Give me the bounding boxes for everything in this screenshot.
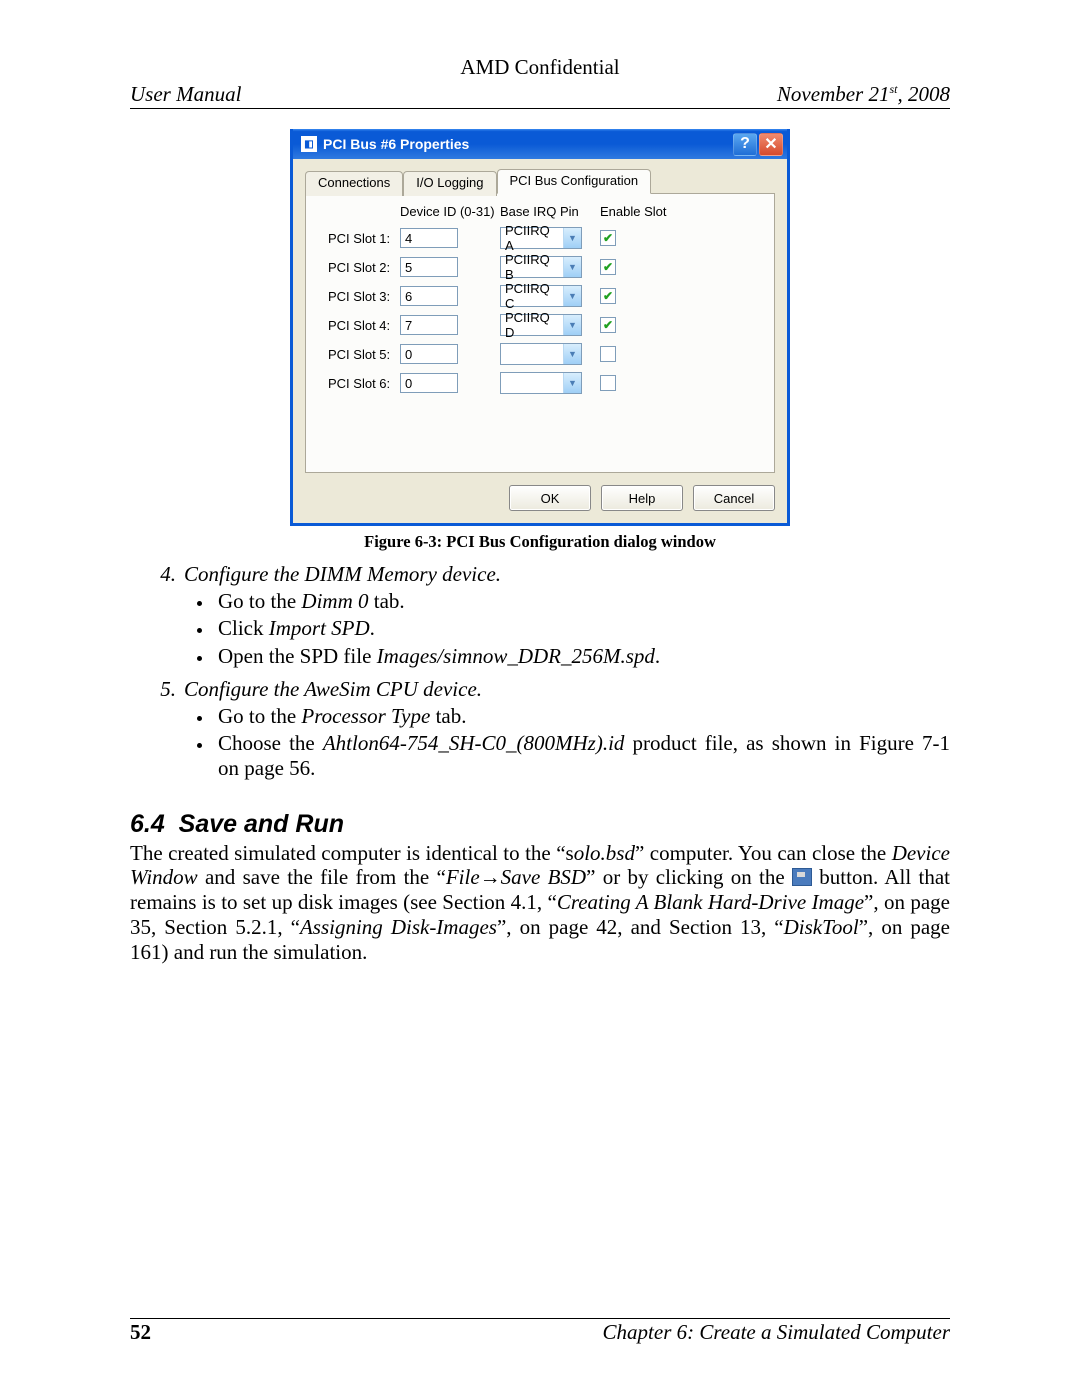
device-id-input[interactable] xyxy=(400,228,458,248)
app-icon: ◧ xyxy=(301,136,317,152)
chapter-label: Chapter 6: Create a Simulated Computer xyxy=(603,1320,950,1345)
chevron-down-icon: ▼ xyxy=(563,373,581,393)
save-icon xyxy=(792,868,812,886)
header-confidential: AMD Confidential xyxy=(130,55,950,80)
slot-label: PCI Slot 6: xyxy=(328,376,400,391)
slot-row: PCI Slot 1: PCIIRQ A▼ ✔ xyxy=(328,227,756,249)
enable-checkbox[interactable]: ✔ xyxy=(600,288,616,304)
irq-select[interactable]: ▼ xyxy=(500,372,582,394)
figure-caption: Figure 6-3: PCI Bus Configuration dialog… xyxy=(130,532,950,552)
list-item: Go to the Dimm 0 tab. xyxy=(214,589,950,614)
enable-checkbox[interactable]: ✔ xyxy=(600,317,616,333)
tab-connections[interactable]: Connections xyxy=(305,171,403,196)
slot-label: PCI Slot 2: xyxy=(328,260,400,275)
list-item: Go to the Processor Type tab. xyxy=(214,704,950,729)
slot-row: PCI Slot 2: PCIIRQ B▼ ✔ xyxy=(328,256,756,278)
slot-row: PCI Slot 5: ▼ xyxy=(328,343,756,365)
list-item: Click Import SPD. xyxy=(214,616,950,641)
irq-value: PCIIRQ D xyxy=(501,310,563,340)
device-id-input[interactable] xyxy=(400,373,458,393)
chevron-down-icon: ▼ xyxy=(563,315,581,335)
slot-label: PCI Slot 5: xyxy=(328,347,400,362)
step-number: 4. xyxy=(130,562,184,587)
dialog-title: PCI Bus #6 Properties xyxy=(323,136,469,152)
enable-checkbox[interactable] xyxy=(600,346,616,362)
page-footer: 52 Chapter 6: Create a Simulated Compute… xyxy=(130,1318,950,1345)
dialog-titlebar[interactable]: ◧ PCI Bus #6 Properties ? ✕ xyxy=(293,129,787,159)
slot-label: PCI Slot 1: xyxy=(328,231,400,246)
chevron-down-icon: ▼ xyxy=(563,286,581,306)
irq-value: PCIIRQ C xyxy=(501,281,563,311)
device-id-input[interactable] xyxy=(400,286,458,306)
header-date-sup: st xyxy=(889,82,897,96)
section-number: 6.4 xyxy=(130,810,165,838)
enable-checkbox[interactable] xyxy=(600,375,616,391)
irq-value: PCIIRQ A xyxy=(501,223,563,253)
tabstrip: Connections I/O Logging PCI Bus Configur… xyxy=(305,169,775,194)
device-id-input[interactable] xyxy=(400,257,458,277)
step-number: 5. xyxy=(130,677,184,702)
irq-select[interactable]: PCIIRQ B▼ xyxy=(500,256,582,278)
page-number: 52 xyxy=(130,1320,151,1345)
chevron-down-icon: ▼ xyxy=(563,257,581,277)
section-paragraph: The created simulated computer is identi… xyxy=(130,841,950,965)
help-button[interactable]: Help xyxy=(601,485,683,511)
irq-select[interactable]: PCIIRQ D▼ xyxy=(500,314,582,336)
header-date-prefix: November 21 xyxy=(777,82,890,106)
irq-select[interactable]: ▼ xyxy=(500,343,582,365)
cancel-button[interactable]: Cancel xyxy=(693,485,775,511)
step-title: Configure the AweSim CPU device. xyxy=(184,677,482,702)
slot-row: PCI Slot 3: PCIIRQ C▼ ✔ xyxy=(328,285,756,307)
slot-row: PCI Slot 4: PCIIRQ D▼ ✔ xyxy=(328,314,756,336)
list-item: Choose the Ahtlon64-754_SH-C0_(800MHz).i… xyxy=(214,731,950,781)
header-date-suffix: , 2008 xyxy=(898,82,951,106)
tabpanel: Device ID (0-31) Base IRQ Pin Enable Slo… xyxy=(305,193,775,473)
irq-value: PCIIRQ B xyxy=(501,252,563,282)
step-title: Configure the DIMM Memory device. xyxy=(184,562,501,587)
ok-button[interactable]: OK xyxy=(509,485,591,511)
device-id-input[interactable] xyxy=(400,315,458,335)
slot-row: PCI Slot 6: ▼ xyxy=(328,372,756,394)
enable-checkbox[interactable]: ✔ xyxy=(600,230,616,246)
enable-checkbox[interactable]: ✔ xyxy=(600,259,616,275)
irq-select[interactable]: PCIIRQ C▼ xyxy=(500,285,582,307)
chevron-down-icon: ▼ xyxy=(563,344,581,364)
device-id-input[interactable] xyxy=(400,344,458,364)
slot-label: PCI Slot 3: xyxy=(328,289,400,304)
column-headers: Device ID (0-31) Base IRQ Pin Enable Slo… xyxy=(328,204,756,219)
chevron-down-icon: ▼ xyxy=(563,228,581,248)
properties-dialog: ◧ PCI Bus #6 Properties ? ✕ Connections … xyxy=(290,129,790,526)
tab-pci-bus-configuration[interactable]: PCI Bus Configuration xyxy=(497,169,652,194)
tab-io-logging[interactable]: I/O Logging xyxy=(403,171,496,196)
col-device-id: Device ID (0-31) xyxy=(400,204,500,219)
list-item: Open the SPD file Images/simnow_DDR_256M… xyxy=(214,644,950,669)
header-right: November 21st, 2008 xyxy=(777,82,950,107)
close-icon[interactable]: ✕ xyxy=(759,133,783,156)
slot-label: PCI Slot 4: xyxy=(328,318,400,333)
col-enable-slot: Enable Slot xyxy=(600,204,680,219)
irq-select[interactable]: PCIIRQ A▼ xyxy=(500,227,582,249)
section-title: Save and Run xyxy=(179,810,344,838)
header-line: User Manual November 21st, 2008 xyxy=(130,82,950,109)
col-base-irq: Base IRQ Pin xyxy=(500,204,600,219)
header-left: User Manual xyxy=(130,82,241,107)
help-icon[interactable]: ? xyxy=(733,133,757,156)
section-heading: 6.4 Save and Run xyxy=(130,810,950,839)
